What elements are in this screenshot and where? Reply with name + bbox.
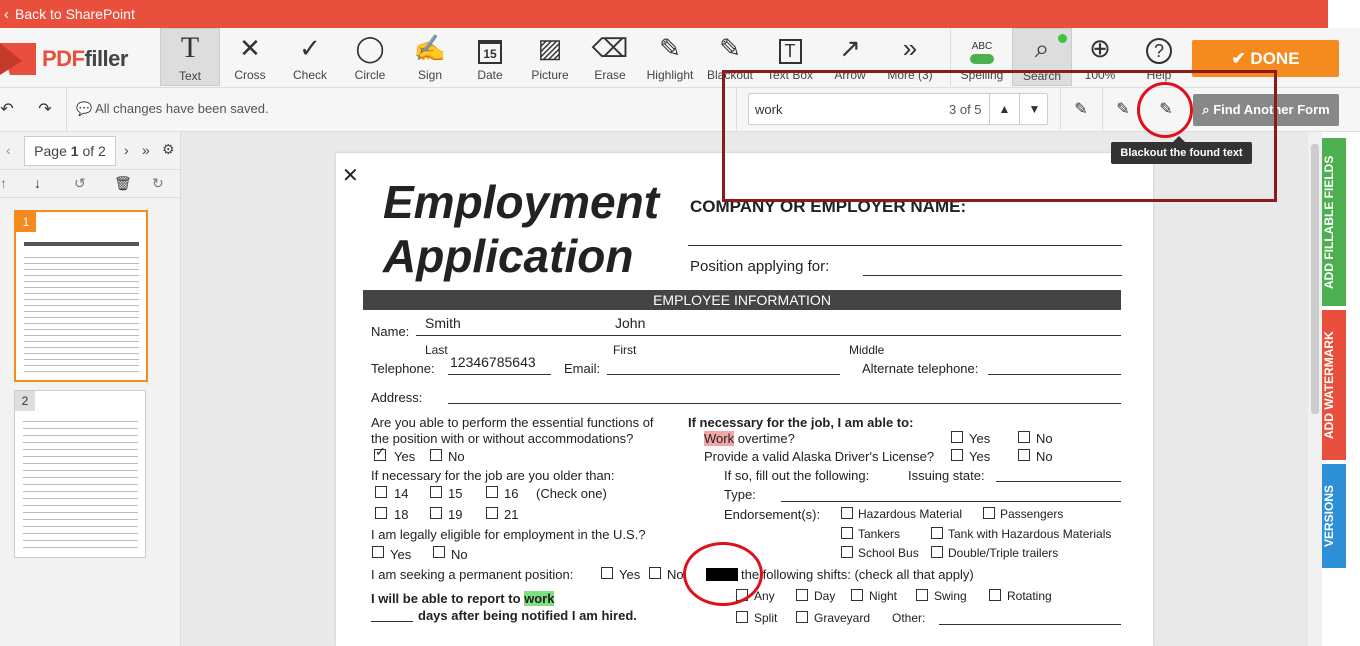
- shift-rotating-checkbox[interactable]: [989, 589, 1001, 601]
- employee-info-header: EMPLOYEE INFORMATION: [363, 290, 1121, 310]
- chevron-left-icon: ‹: [4, 6, 9, 23]
- move-down-icon[interactable]: ↓: [34, 175, 41, 191]
- doc-title-employment: Employment: [383, 176, 660, 228]
- license-yes-checkbox[interactable]: [951, 449, 963, 461]
- page-navigator: ‹ Page 1 of 2 › » ⚙: [0, 132, 181, 170]
- versions-tab[interactable]: VERSIONS: [1322, 464, 1346, 568]
- name-first-value[interactable]: John: [615, 315, 645, 331]
- logo-icon: [0, 43, 36, 75]
- telephone-value[interactable]: 12346785643: [450, 354, 536, 370]
- page-thumbnails-panel: ‹ Page 1 of 2 › » ⚙ ↑ ↓ ↺ 🗑 ↻ 1 2: [0, 132, 181, 646]
- age-18-checkbox[interactable]: [375, 507, 387, 519]
- tool-picture[interactable]: ▨ Picture: [520, 28, 580, 86]
- vertical-scrollbar[interactable]: [1308, 132, 1322, 646]
- tool-sign[interactable]: ✍ Sign: [400, 28, 460, 86]
- search-match-highlight: work: [524, 591, 555, 606]
- check-icon: ✓: [299, 33, 321, 63]
- page-thumbnail-2[interactable]: 2: [14, 390, 146, 558]
- shift-night-checkbox[interactable]: [851, 589, 863, 601]
- add-fillable-fields-tab[interactable]: ADD FILLABLE FIELDS: [1322, 138, 1346, 306]
- tool-highlight[interactable]: ✎ Highlight: [640, 28, 700, 86]
- passengers-checkbox[interactable]: [983, 507, 995, 519]
- back-to-sharepoint-link[interactable]: ‹ Back to SharePoint: [0, 0, 1328, 28]
- permanent-no-checkbox[interactable]: [649, 567, 661, 579]
- age-15-checkbox[interactable]: [430, 486, 442, 498]
- essential-yes-checkbox[interactable]: ✓: [374, 444, 386, 461]
- circle-icon: ◯: [355, 33, 385, 63]
- name-last-value[interactable]: Smith: [425, 315, 461, 331]
- comment-icon: 💬: [76, 101, 93, 116]
- hazmat-checkbox[interactable]: [841, 507, 853, 519]
- sign-icon: ✍: [413, 33, 447, 63]
- add-watermark-tab[interactable]: ADD WATERMARK: [1322, 310, 1346, 460]
- cross-icon: ✕: [239, 33, 261, 63]
- close-icon[interactable]: ✕: [342, 163, 359, 188]
- last-page-icon[interactable]: »: [142, 142, 150, 158]
- save-status: 💬 All changes have been saved.: [76, 101, 269, 116]
- blackout-icon: ✎: [719, 33, 741, 63]
- license-no-checkbox[interactable]: [1018, 449, 1030, 461]
- shift-day-checkbox[interactable]: [796, 589, 808, 601]
- tank-hazmat-checkbox[interactable]: [931, 527, 943, 539]
- calendar-icon: 15: [460, 28, 520, 64]
- page-indicator[interactable]: Page 1 of 2: [24, 136, 116, 166]
- more-icon: »: [902, 33, 918, 63]
- age-19-checkbox[interactable]: [430, 507, 442, 519]
- pdffiller-logo: PDFfiller: [0, 42, 128, 76]
- eligible-yes-checkbox[interactable]: [372, 546, 384, 558]
- page-tools: ↑ ↓ ↺ 🗑 ↻: [0, 170, 181, 198]
- text-box-icon: T: [760, 28, 820, 64]
- age-16-checkbox[interactable]: [486, 486, 498, 498]
- undo-icon[interactable]: ↶: [0, 95, 22, 125]
- page-thumbnail-1[interactable]: 1: [14, 210, 148, 382]
- overtime-no-checkbox[interactable]: [1018, 431, 1030, 443]
- highlighter-icon: ✎: [659, 33, 681, 63]
- help-icon: ?: [1129, 28, 1189, 64]
- prev-page-icon[interactable]: ‹: [6, 142, 11, 158]
- doc-title-application: Application: [383, 230, 634, 282]
- next-page-icon[interactable]: ›: [124, 142, 129, 158]
- tool-check[interactable]: ✓ Check: [280, 28, 340, 86]
- right-strip: [1328, 0, 1360, 28]
- annotation-circle-button: [1137, 82, 1193, 138]
- tool-cross[interactable]: ✕ Cross: [220, 28, 280, 86]
- eligible-no-checkbox[interactable]: [433, 546, 445, 558]
- eraser-icon: ⌫: [591, 33, 629, 63]
- search-active-dot: [1058, 34, 1067, 43]
- shift-graveyard-checkbox[interactable]: [796, 611, 808, 623]
- age-21-checkbox[interactable]: [486, 507, 498, 519]
- tool-circle[interactable]: ◯ Circle: [340, 28, 400, 86]
- tool-text[interactable]: T Text: [160, 28, 220, 86]
- search-match-current: Work: [704, 431, 735, 446]
- rotate-right-icon[interactable]: ↻: [152, 175, 164, 192]
- shift-swing-checkbox[interactable]: [916, 589, 928, 601]
- move-up-icon[interactable]: ↑: [0, 175, 7, 191]
- arrow-icon: ↗: [839, 33, 861, 63]
- double-triple-checkbox[interactable]: [931, 546, 943, 558]
- gear-icon[interactable]: ⚙: [162, 141, 175, 158]
- picture-icon: ▨: [537, 33, 563, 63]
- rotate-left-icon[interactable]: ↺: [74, 175, 86, 192]
- age-14-checkbox[interactable]: [375, 486, 387, 498]
- tool-erase[interactable]: ⌫ Erase: [580, 28, 640, 86]
- position-label: Position applying for:: [690, 258, 830, 275]
- school-bus-checkbox[interactable]: [841, 546, 853, 558]
- redo-icon[interactable]: ↷: [30, 95, 60, 125]
- tankers-checkbox[interactable]: [841, 527, 853, 539]
- trash-icon[interactable]: 🗑: [114, 175, 132, 192]
- shift-split-checkbox[interactable]: [736, 611, 748, 623]
- annotation-highlight-box: [722, 70, 1277, 202]
- spelling-icon: ABC: [952, 28, 1012, 64]
- essential-no-checkbox[interactable]: [430, 449, 442, 461]
- annotation-circle-blackout: [683, 542, 763, 606]
- overtime-yes-checkbox[interactable]: [951, 431, 963, 443]
- permanent-yes-checkbox[interactable]: [601, 567, 613, 579]
- zoom-icon: ⊕: [1089, 33, 1111, 63]
- check-icon: ✔: [1231, 49, 1251, 68]
- text-tool-icon: T: [180, 31, 200, 64]
- tool-date[interactable]: 15 Date: [460, 28, 520, 86]
